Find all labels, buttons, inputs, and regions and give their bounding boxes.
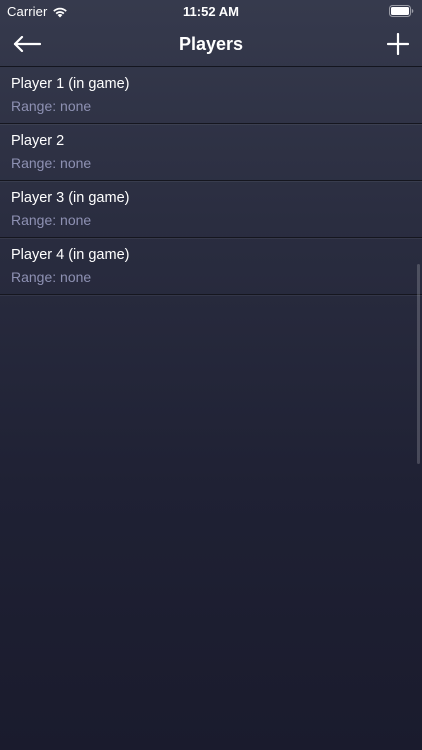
- player-name: Player 2: [11, 133, 65, 149]
- status-time: 11:52 AM: [183, 4, 239, 19]
- player-list: Player 1 (in game) Range: none Player 2 …: [0, 67, 422, 295]
- page-title: Players: [178, 34, 244, 54]
- navigation-bar: Players: [0, 22, 422, 67]
- scroll-indicator[interactable]: [417, 264, 420, 464]
- plus-icon: [387, 33, 409, 55]
- player-range: Range: none: [11, 212, 92, 228]
- player-name: Player 3 (in game): [11, 190, 130, 206]
- player-name: Player 4 (in game): [11, 247, 130, 263]
- player-row[interactable]: Player 3 (in game) Range: none: [0, 181, 422, 238]
- add-player-button[interactable]: [384, 30, 412, 58]
- player-range: Range: none: [11, 269, 92, 285]
- player-row[interactable]: Player 4 (in game) Range: none: [0, 238, 422, 295]
- player-range: Range: none: [11, 98, 92, 114]
- player-row[interactable]: Player 2 Range: none: [0, 124, 422, 181]
- players-screen: Carrier 11:52 AM Players Player 1 (in ga…: [0, 0, 422, 750]
- status-bar: Carrier 11:52 AM: [0, 0, 422, 22]
- battery-icon: [389, 5, 414, 17]
- player-range: Range: none: [11, 155, 92, 171]
- player-row[interactable]: Player 1 (in game) Range: none: [0, 67, 422, 124]
- player-name: Player 1 (in game): [11, 76, 130, 92]
